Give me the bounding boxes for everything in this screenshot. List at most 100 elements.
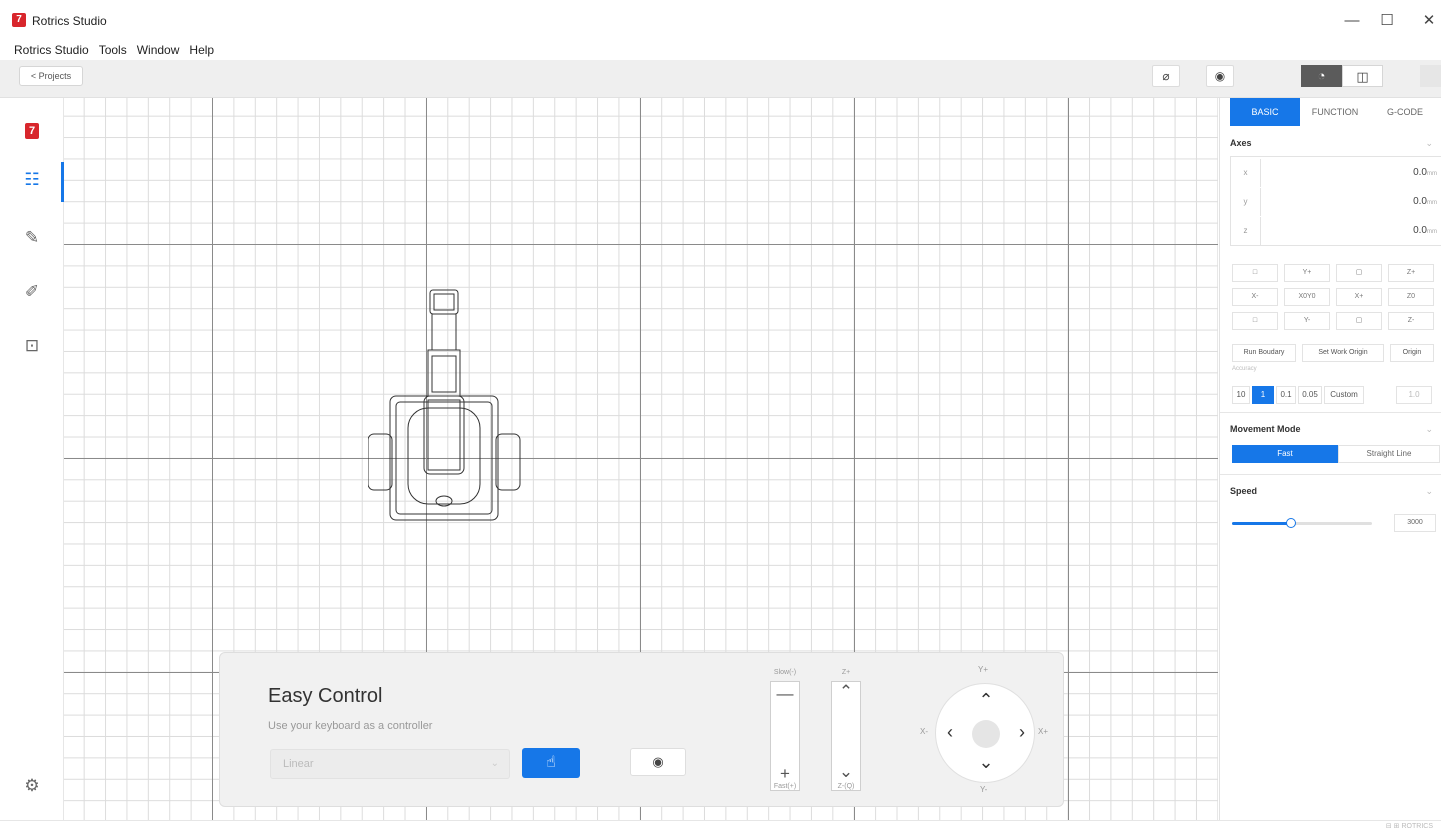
divider (1220, 412, 1441, 413)
pen-icon: ✎ (24, 228, 40, 247)
chevron-down-icon[interactable]: ⌄ (1425, 424, 1433, 435)
speed-input[interactable]: 3000 (1394, 514, 1436, 532)
axes-section-title: Axes (1230, 138, 1252, 148)
sidebar-item-laser[interactable]: ✐ (0, 270, 64, 314)
mode-select[interactable]: Linear ⌄ (270, 749, 510, 779)
accuracy-custom-button[interactable]: Custom (1324, 386, 1364, 404)
sidebar-item-home[interactable]: 7 (0, 108, 64, 152)
jog-button[interactable]: X0Y0 (1284, 288, 1330, 306)
sidebar-item-control[interactable]: ☷ (0, 158, 64, 202)
tab-gcode[interactable]: G-CODE (1370, 98, 1440, 126)
sidebar-item-project[interactable]: ⊡ (0, 324, 64, 368)
origin-button[interactable]: Origin (1390, 344, 1434, 362)
arrow-right-icon[interactable]: › (1012, 722, 1032, 743)
movement-mode-title: Movement Mode (1230, 424, 1301, 434)
tab-basic[interactable]: BASIC (1230, 98, 1300, 126)
axis-row-x: x 0.0mm (1231, 159, 1441, 187)
toolbar-collapse-button[interactable] (1420, 65, 1441, 87)
axis-unit: mm (1427, 171, 1437, 177)
axis-row-z: z 0.0mm (1231, 217, 1441, 245)
z-up-label: Z+ (841, 669, 851, 676)
jog-button[interactable]: Y- (1284, 312, 1330, 330)
menu-help[interactable]: Help (184, 40, 219, 60)
close-button[interactable]: ✕ (1414, 10, 1441, 32)
slow-label: Slow(-) (773, 669, 797, 676)
speed-slider-fill (1232, 522, 1291, 525)
dashboard-icon[interactable]: ◔ (1301, 65, 1342, 87)
book-icon[interactable]: ◫ (1342, 65, 1383, 87)
chevron-down-icon[interactable]: ⌄ (1425, 138, 1433, 149)
tab-function[interactable]: FUNCTION (1300, 98, 1370, 126)
direction-pad: ⌃ ⌄ ‹ › (935, 683, 1035, 783)
mode-fast-button[interactable]: Fast (1232, 445, 1338, 463)
arrow-down-icon[interactable]: ⌄ (976, 752, 996, 773)
minus-icon[interactable]: — (771, 684, 799, 704)
jog-button[interactable]: ▢ (1336, 312, 1382, 330)
mode-straight-line-button[interactable]: Straight Line (1338, 445, 1440, 463)
accuracy-custom-input[interactable]: 1.0 (1396, 386, 1432, 404)
pen-icon[interactable]: ⌀ (1152, 65, 1180, 87)
axis-value: 0.0 (1413, 167, 1427, 178)
axis-value-wrap: 0.0mm (1413, 196, 1437, 207)
jog-button[interactable]: □ (1232, 312, 1278, 330)
accuracy-option-selected[interactable]: 1 (1252, 386, 1274, 404)
record-icon: ◉ (652, 754, 664, 769)
axis-unit: mm (1427, 229, 1437, 235)
jog-button[interactable]: Z- (1388, 312, 1434, 330)
jog-button[interactable]: ▢ (1336, 264, 1382, 282)
projects-button[interactable]: < Projects (19, 66, 83, 86)
hand-control-button[interactable]: ☝ (522, 748, 580, 778)
chevron-up-icon[interactable]: ⌃ (832, 682, 860, 702)
maximize-button[interactable]: ☐ (1372, 10, 1402, 32)
speed-slider[interactable] (1232, 518, 1372, 528)
sidebar-item-settings[interactable]: ⚙ (0, 764, 64, 808)
fast-label: Fast(+) (773, 783, 797, 790)
record-button[interactable]: ◉ (630, 748, 686, 776)
hand-pointer-icon: ☝ (546, 754, 556, 771)
jog-button[interactable]: □ (1232, 264, 1278, 282)
menu-rotrics-studio[interactable]: Rotrics Studio (0, 40, 94, 60)
sliders-icon: ☷ (24, 170, 40, 189)
menu-tools[interactable]: Tools (94, 40, 132, 60)
panel-tabs: BASIC FUNCTION G-CODE (1230, 98, 1441, 126)
set-work-origin-button[interactable]: Set Work Origin (1302, 344, 1384, 362)
accuracy-option[interactable]: 0.1 (1276, 386, 1296, 404)
axis-name: x (1231, 159, 1261, 187)
laser-icon: ✐ (24, 282, 40, 301)
robot-arm-topview (368, 289, 521, 521)
speed-slider-thumb[interactable] (1285, 518, 1296, 528)
record-icon[interactable]: ◉ (1206, 65, 1234, 87)
arrow-up-icon[interactable]: ⌃ (976, 690, 996, 711)
speed-jog-slider[interactable]: — + (770, 681, 800, 791)
z-jog-slider[interactable]: ⌃ ⌄ (831, 681, 861, 791)
menu-window[interactable]: Window (132, 40, 185, 60)
axis-name: y (1231, 188, 1261, 216)
speed-title: Speed (1230, 486, 1258, 496)
jog-button[interactable]: X+ (1336, 288, 1382, 306)
book-icon: ⊡ (24, 336, 40, 355)
rotrics-logo-icon: 7 (12, 13, 26, 27)
chevron-down-icon[interactable]: ⌄ (832, 762, 860, 782)
status-bar: ⊟ ⊞ ROTRICS (0, 820, 1441, 835)
run-boundary-button[interactable]: Run Boudary (1232, 344, 1296, 362)
y-plus-label: Y+ (978, 665, 989, 674)
y-minus-label: Y- (980, 785, 988, 794)
dpad-center-button[interactable] (972, 720, 1000, 748)
plus-icon[interactable]: + (771, 764, 799, 784)
x-minus-label: X- (920, 727, 928, 736)
minimize-button[interactable]: — (1337, 10, 1367, 32)
accuracy-option[interactable]: 10 (1232, 386, 1250, 404)
arrow-left-icon[interactable]: ‹ (940, 722, 960, 743)
jog-button[interactable]: Z0 (1388, 288, 1434, 306)
accuracy-option[interactable]: 0.05 (1298, 386, 1322, 404)
chevron-down-icon[interactable]: ⌄ (1425, 486, 1433, 497)
axis-name: z (1231, 217, 1261, 245)
jog-button[interactable]: X- (1232, 288, 1278, 306)
axis-value: 0.0 (1413, 225, 1427, 236)
chevron-down-icon: ⌄ (490, 758, 499, 769)
easy-control-title: Easy Control (268, 685, 383, 707)
sidebar-item-draw[interactable]: ✎ (0, 216, 64, 260)
left-sidebar: 7 ☷ ✎ ✐ ⊡ ⚙ (0, 98, 64, 820)
jog-button[interactable]: Z+ (1388, 264, 1434, 282)
jog-button[interactable]: Y+ (1284, 264, 1330, 282)
